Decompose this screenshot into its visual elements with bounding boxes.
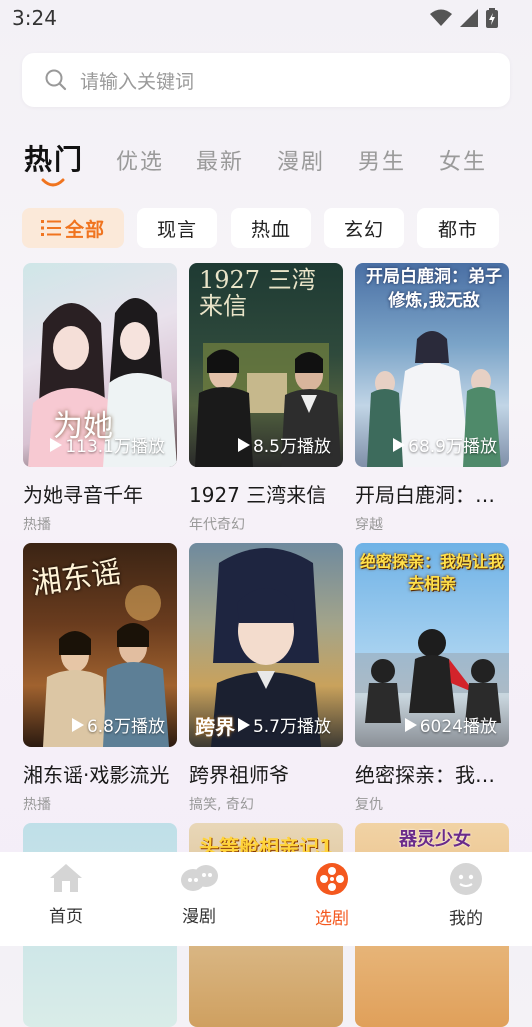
drama-tag: 热播: [23, 517, 51, 533]
bottom-nav: 首页 漫剧 选剧 我的: [0, 852, 532, 946]
poster-title: 绝密探亲：我妈让我去相亲: [359, 552, 504, 593]
play-icon: [404, 717, 417, 732]
tab-comic[interactable]: 漫剧: [277, 144, 325, 176]
play-count-text: 6.8万播放: [86, 717, 165, 737]
home-icon: [50, 864, 82, 892]
play-icon: [237, 437, 250, 452]
nav-select-drama[interactable]: 选剧: [287, 862, 377, 929]
drama-tag: 搞笑, 奇幻: [189, 797, 254, 813]
poster: 跨界 5.7万播放: [189, 543, 343, 747]
tab-hot[interactable]: 热门: [24, 138, 84, 178]
poster: 1927 三湾来信 8.5万播放: [189, 263, 343, 467]
status-time: 3:24: [12, 6, 57, 30]
drama-title: 开局白鹿洞：…: [355, 483, 495, 507]
battery-icon: [486, 8, 498, 28]
poster-title: 1927 三湾来信: [199, 266, 316, 320]
chip-hot-blood[interactable]: 热血: [231, 208, 311, 248]
poster-title: 跨界: [195, 715, 235, 739]
list-icon: [40, 220, 61, 236]
chip-all-label: 全部: [64, 218, 105, 241]
nav-home-label: 首页: [49, 907, 83, 927]
nav-profile[interactable]: 我的: [421, 862, 511, 929]
drama-title: 1927 三湾来信: [189, 483, 327, 507]
category-tabs: 热门 优选 最新 漫剧 男生 女生: [24, 138, 524, 194]
signal-icon: [460, 9, 478, 27]
poster: 绝密探亲：我妈让我去相亲 6024播放: [355, 543, 509, 747]
play-count: 6024播放: [404, 712, 497, 737]
search-placeholder: 请输入关键词: [80, 71, 195, 93]
tab-female[interactable]: 女生: [439, 144, 487, 176]
poster: 为她 113.1万播放: [23, 263, 177, 467]
search-bar[interactable]: 请输入关键词: [22, 53, 510, 107]
play-count: 8.5万播放: [237, 432, 331, 457]
play-count-text: 5.7万播放: [252, 717, 331, 737]
active-tab-indicator: [41, 178, 65, 187]
tab-male[interactable]: 男生: [358, 144, 406, 176]
play-count-text: 68.9万播放: [408, 437, 497, 457]
film-reel-icon: [316, 863, 348, 895]
drama-card[interactable]: 跨界 5.7万播放 跨界祖师爷 搞笑, 奇幻: [189, 543, 343, 814]
nav-home[interactable]: 首页: [21, 862, 111, 927]
drama-tag: 年代奇幻: [189, 517, 245, 533]
drama-title: 湘东谣·戏影流光: [23, 763, 170, 787]
chip-all[interactable]: 全部: [22, 208, 124, 248]
comic-icon: [181, 865, 218, 891]
play-icon: [50, 437, 63, 452]
tab-selected[interactable]: 优选: [116, 144, 164, 176]
drama-tag: 穿越: [355, 517, 383, 533]
drama-title: 为她寻音千年: [23, 483, 143, 507]
nav-select-drama-label: 选剧: [315, 909, 349, 929]
nav-comic-label: 漫剧: [182, 907, 216, 927]
play-count: 5.7万播放: [237, 712, 331, 737]
poster: 开局白鹿洞：弟子修炼,我无敌 68.9万播放: [355, 263, 509, 467]
nav-profile-label: 我的: [449, 909, 483, 929]
play-icon: [71, 717, 84, 732]
poster: 湘东谣 6.8万播放: [23, 543, 177, 747]
chip-modern-romance[interactable]: 现言: [137, 208, 217, 248]
play-count: 113.1万播放: [50, 432, 165, 457]
drama-card[interactable]: 为她 113.1万播放 为她寻音千年 热播: [23, 263, 177, 534]
poster-title: 开局白鹿洞：弟子修炼,我无敌: [366, 267, 502, 311]
poster-title: 器灵少女: [399, 829, 471, 850]
drama-tag: 复仇: [355, 797, 383, 813]
play-icon: [237, 717, 250, 732]
status-bar: 3:24: [0, 0, 532, 38]
nav-comic[interactable]: 漫剧: [154, 862, 244, 927]
drama-card[interactable]: 1927 三湾来信 8.5万播放 1927 三湾来信 年代奇幻: [189, 263, 343, 534]
status-icons: [430, 8, 498, 28]
profile-icon: [450, 863, 482, 895]
drama-card[interactable]: 开局白鹿洞：弟子修炼,我无敌 68.9万播放 开局白鹿洞：… 穿越: [355, 263, 509, 534]
play-count-text: 8.5万播放: [252, 437, 331, 457]
filter-chips: 全部 现言 热血 玄幻 都市: [22, 208, 522, 250]
chip-fantasy[interactable]: 玄幻: [324, 208, 404, 248]
play-icon: [393, 437, 406, 452]
play-count: 68.9万播放: [393, 432, 497, 457]
play-count: 6.8万播放: [71, 712, 165, 737]
drama-title: 跨界祖师爷: [189, 763, 289, 787]
search-icon: [45, 69, 67, 91]
play-count-text: 6024播放: [419, 717, 497, 737]
drama-card[interactable]: 湘东谣 6.8万播放 湘东谣·戏影流光 热播: [23, 543, 177, 814]
chip-urban[interactable]: 都市: [417, 208, 499, 248]
wifi-icon: [430, 9, 452, 26]
tab-latest[interactable]: 最新: [196, 144, 244, 176]
drama-title: 绝密探亲：我…: [355, 763, 495, 787]
drama-card[interactable]: 绝密探亲：我妈让我去相亲 6024播放 绝密探亲：我… 复仇: [355, 543, 509, 814]
play-count-text: 113.1万播放: [65, 437, 165, 457]
drama-tag: 热播: [23, 797, 51, 813]
